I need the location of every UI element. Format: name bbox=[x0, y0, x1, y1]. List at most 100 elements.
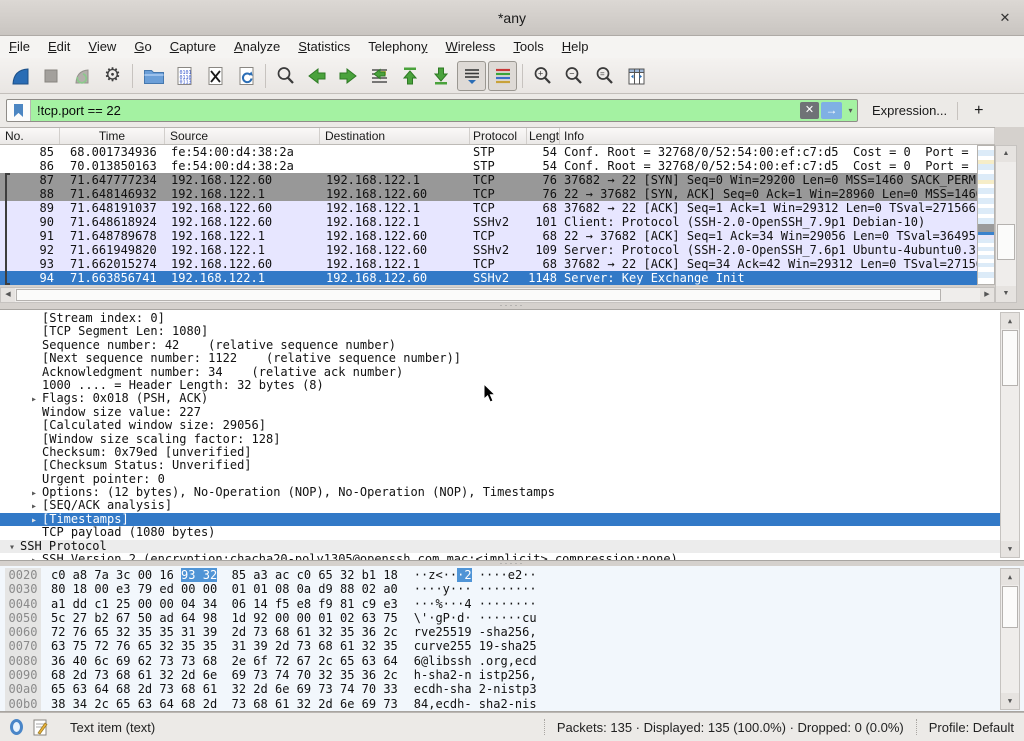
details-scrollbar[interactable] bbox=[1000, 312, 1020, 558]
capture-options-button[interactable]: ⚙ bbox=[98, 61, 127, 91]
zoom-reset-button[interactable]: = bbox=[590, 61, 619, 91]
hex-row[interactable]: 009068 2d 73 68 61 32 2d 6e 69 73 74 70 … bbox=[0, 668, 1024, 682]
detail-line[interactable]: Window size value: 227 bbox=[0, 406, 1000, 419]
ascii-bytes[interactable]: ecdh-sha 2-nistp3 bbox=[414, 682, 537, 696]
title-bar[interactable]: *any bbox=[0, 0, 1024, 36]
auto-scroll-toggle[interactable] bbox=[457, 61, 486, 91]
menu-item[interactable]: Capture bbox=[161, 36, 225, 58]
hex-bytes[interactable]: c0 a8 7a 3c 00 16 93 32 85 a3 ac c0 65 3… bbox=[51, 568, 398, 582]
close-file-button[interactable] bbox=[200, 61, 229, 91]
menu-item[interactable]: Wireless bbox=[437, 36, 505, 58]
hex-row[interactable]: 007063 75 72 76 65 32 35 35 31 39 2d 73 … bbox=[0, 639, 1024, 653]
detail-line[interactable]: Urgent pointer: 0 bbox=[0, 473, 1000, 486]
ascii-bytes[interactable]: \'·gP·d· ······cu bbox=[414, 611, 537, 625]
hex-row[interactable]: 0040a1 dd c1 25 00 00 04 34 06 14 f5 e8 … bbox=[0, 597, 1024, 611]
open-file-button[interactable] bbox=[138, 61, 167, 91]
expand-arrow-icon[interactable]: ▸ bbox=[26, 554, 42, 561]
hex-row[interactable]: 0020c0 a8 7a 3c 00 16 93 32 85 a3 ac c0 … bbox=[0, 568, 1024, 582]
expand-arrow-icon[interactable]: ▾ bbox=[4, 541, 20, 554]
restart-capture-button[interactable] bbox=[67, 61, 96, 91]
scroll-right-icon[interactable] bbox=[980, 288, 994, 302]
ascii-bytes[interactable]: h-sha2-n istp256, bbox=[414, 668, 537, 682]
save-file-button[interactable]: 010101100113 bbox=[169, 61, 198, 91]
detail-line[interactable]: [Window size scaling factor: 128] bbox=[0, 433, 1000, 446]
packet-row[interactable]: 9071.648618924192.168.122.60192.168.122.… bbox=[0, 215, 977, 229]
packet-row[interactable]: 9471.663856741192.168.122.1192.168.122.6… bbox=[0, 271, 977, 285]
column-header[interactable]: Time bbox=[60, 128, 165, 144]
filter-input[interactable] bbox=[31, 103, 800, 118]
scrollbar-thumb[interactable] bbox=[1002, 586, 1018, 628]
scroll-up-icon[interactable] bbox=[1001, 313, 1019, 329]
menu-item[interactable]: File bbox=[0, 36, 39, 58]
expert-info-icon[interactable] bbox=[10, 719, 23, 735]
start-capture-button[interactable] bbox=[5, 61, 34, 91]
detail-line[interactable]: Acknowledgment number: 34 (relative ack … bbox=[0, 366, 1000, 379]
hscrollbar-thumb[interactable] bbox=[16, 289, 941, 301]
reload-file-button[interactable] bbox=[231, 61, 260, 91]
hex-bytes[interactable]: 65 63 64 68 2d 73 68 61 32 2d 6e 69 73 7… bbox=[51, 682, 398, 696]
find-packet-button[interactable] bbox=[271, 61, 300, 91]
hex-bytes[interactable]: 72 76 65 32 35 35 31 39 2d 73 68 61 32 3… bbox=[51, 625, 398, 639]
hex-row[interactable]: 00b038 34 2c 65 63 64 68 2d 73 68 61 32 … bbox=[0, 697, 1024, 711]
menu-item[interactable]: View bbox=[79, 36, 125, 58]
zoom-out-button[interactable]: − bbox=[559, 61, 588, 91]
filter-bookmark-button[interactable] bbox=[7, 100, 31, 121]
packet-row[interactable]: 9371.662015274192.168.122.60192.168.122.… bbox=[0, 257, 977, 271]
hex-bytes[interactable]: 68 2d 73 68 61 32 2d 6e 69 73 74 70 32 3… bbox=[51, 668, 398, 682]
hex-bytes[interactable]: 38 34 2c 65 63 64 68 2d 73 68 61 32 2d 6… bbox=[51, 697, 398, 711]
menu-item[interactable]: Edit bbox=[39, 36, 79, 58]
display-filter-field[interactable] bbox=[6, 99, 858, 122]
filter-dropdown-caret-icon[interactable] bbox=[844, 102, 857, 119]
menu-item[interactable]: Go bbox=[125, 36, 160, 58]
scroll-left-icon[interactable] bbox=[1, 288, 15, 302]
hex-row[interactable]: 00a065 63 64 68 2d 73 68 61 32 2d 6e 69 … bbox=[0, 682, 1024, 696]
ascii-bytes[interactable]: 6@libssh .org,ecd bbox=[414, 654, 537, 668]
detail-line[interactable]: [Stream index: 0] bbox=[0, 312, 1000, 325]
column-header[interactable]: Destination bbox=[320, 128, 470, 144]
hex-bytes[interactable]: 80 18 00 e3 79 ed 00 00 01 01 08 0a d9 8… bbox=[51, 582, 398, 596]
menu-item[interactable]: Tools bbox=[504, 36, 552, 58]
go-forward-button[interactable] bbox=[333, 61, 362, 91]
scroll-down-icon[interactable] bbox=[996, 286, 1016, 302]
hex-row[interactable]: 006072 76 65 32 35 35 31 39 2d 73 68 61 … bbox=[0, 625, 1024, 639]
profile-selector[interactable]: Profile: Default bbox=[929, 720, 1014, 735]
ascii-bytes[interactable]: ····y··· ········ bbox=[414, 582, 537, 596]
detail-line[interactable]: TCP payload (1080 bytes) bbox=[0, 526, 1000, 539]
packet-row[interactable]: 8871.648146932192.168.122.1192.168.122.6… bbox=[0, 187, 977, 201]
hex-bytes[interactable]: 5c 27 b2 67 50 ad 64 98 1d 92 00 00 01 0… bbox=[51, 611, 398, 625]
add-filter-button[interactable]: + bbox=[968, 102, 989, 120]
go-last-button[interactable] bbox=[426, 61, 455, 91]
go-first-button[interactable] bbox=[395, 61, 424, 91]
detail-line[interactable]: ▾SSH Protocol bbox=[0, 540, 1000, 553]
intelligent-scrollbar-minimap[interactable] bbox=[977, 145, 995, 285]
scroll-up-icon[interactable] bbox=[1001, 569, 1019, 585]
scrollbar-thumb[interactable] bbox=[997, 224, 1015, 260]
scrollbar-thumb[interactable] bbox=[1002, 330, 1018, 386]
go-back-button[interactable] bbox=[302, 61, 331, 91]
column-header[interactable]: Length bbox=[527, 128, 560, 144]
hex-bytes[interactable]: 63 75 72 76 65 32 35 35 31 39 2d 73 68 6… bbox=[51, 639, 398, 653]
ascii-bytes[interactable]: rve25519 -sha256, bbox=[414, 625, 537, 639]
go-to-packet-button[interactable] bbox=[364, 61, 393, 91]
detail-line[interactable]: 1000 .... = Header Length: 32 bytes (8) bbox=[0, 379, 1000, 392]
column-header[interactable]: Source bbox=[165, 128, 320, 144]
hex-row[interactable]: 003080 18 00 e3 79 ed 00 00 01 01 08 0a … bbox=[0, 582, 1024, 596]
packet-row[interactable]: 9271.661949820192.168.122.1192.168.122.6… bbox=[0, 243, 977, 257]
scroll-down-icon[interactable] bbox=[1001, 693, 1019, 709]
detail-line[interactable]: Sequence number: 42 (relative sequence n… bbox=[0, 339, 1000, 352]
packet-list-scrollbar[interactable] bbox=[995, 145, 1017, 303]
menu-item[interactable]: Analyze bbox=[225, 36, 289, 58]
filter-apply-button[interactable] bbox=[821, 102, 842, 119]
packet-row[interactable]: 8568.001734936fe:54:00:d4:38:2aSTP54Conf… bbox=[0, 145, 977, 159]
menu-item[interactable]: Telephony bbox=[359, 36, 436, 58]
ascii-bytes[interactable]: ···%···4 ········ bbox=[414, 597, 537, 611]
detail-line[interactable]: [Calculated window size: 29056] bbox=[0, 419, 1000, 432]
scroll-up-icon[interactable] bbox=[996, 146, 1016, 162]
hex-bytes[interactable]: 36 40 6c 69 62 73 73 68 2e 6f 72 67 2c 6… bbox=[51, 654, 398, 668]
expand-arrow-icon[interactable]: ▸ bbox=[26, 487, 42, 500]
capture-comment-icon[interactable] bbox=[33, 719, 48, 736]
packet-row[interactable]: 8971.648191037192.168.122.60192.168.122.… bbox=[0, 201, 977, 215]
expand-arrow-icon[interactable]: ▸ bbox=[26, 514, 42, 527]
ascii-bytes[interactable]: curve255 19-sha25 bbox=[414, 639, 537, 653]
packet-row[interactable]: 9171.648789678192.168.122.1192.168.122.6… bbox=[0, 229, 977, 243]
